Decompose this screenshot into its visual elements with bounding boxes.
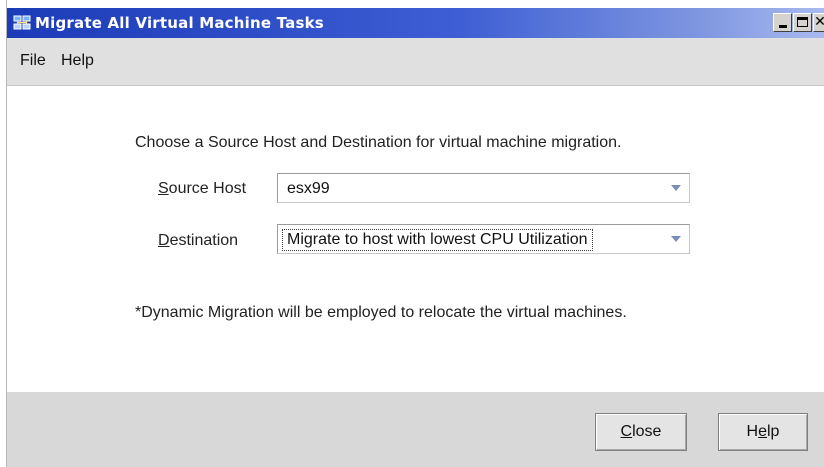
window-title: Migrate All Virtual Machine Tasks xyxy=(35,14,324,32)
destination-value: Migrate to host with lowest CPU Utilizat… xyxy=(282,229,593,251)
source-host-label-mnemonic: S xyxy=(158,180,169,197)
menu-file[interactable]: File xyxy=(20,52,46,70)
source-host-value: esx99 xyxy=(287,180,330,197)
destination-label-mnemonic: D xyxy=(158,232,170,249)
maximize-icon xyxy=(797,17,808,27)
source-host-label: Source Host xyxy=(158,180,246,198)
menu-help[interactable]: Help xyxy=(61,52,94,70)
dialog-window: Migrate All Virtual Machine Tasks ✕ File… xyxy=(6,0,824,467)
title-bar[interactable]: Migrate All Virtual Machine Tasks ✕ xyxy=(7,8,824,38)
help-button[interactable]: Help xyxy=(718,413,808,451)
minimize-icon xyxy=(779,25,787,28)
chevron-down-icon xyxy=(671,185,681,191)
source-host-dropdown[interactable]: esx99 xyxy=(277,173,690,203)
help-button-prefix: H xyxy=(746,423,759,440)
close-button-rest: lose xyxy=(632,423,662,440)
source-host-label-rest: ource Host xyxy=(168,180,247,197)
maximize-button[interactable] xyxy=(793,13,812,32)
help-button-mnemonic: e xyxy=(758,423,767,440)
help-button-rest: lp xyxy=(767,423,780,440)
close-button-mnemonic: C xyxy=(620,423,633,440)
destination-label: Destination xyxy=(158,232,238,250)
destination-label-rest: estination xyxy=(169,232,239,249)
instruction-text: Choose a Source Host and Destination for… xyxy=(135,134,622,151)
destination-dropdown[interactable]: Migrate to host with lowest CPU Utilizat… xyxy=(277,224,690,254)
migration-note: *Dynamic Migration will be employed to r… xyxy=(135,304,627,321)
chevron-down-icon xyxy=(671,236,681,242)
vm-tasks-icon xyxy=(13,14,31,32)
dialog-content: Choose a Source Host and Destination for… xyxy=(7,86,824,392)
close-icon: ✕ xyxy=(814,14,824,30)
close-window-button[interactable]: ✕ xyxy=(813,13,824,32)
menu-bar: File Help xyxy=(7,38,824,86)
button-bar: Close Help xyxy=(7,392,824,467)
close-button[interactable]: Close xyxy=(595,413,687,451)
minimize-button[interactable] xyxy=(773,13,792,32)
